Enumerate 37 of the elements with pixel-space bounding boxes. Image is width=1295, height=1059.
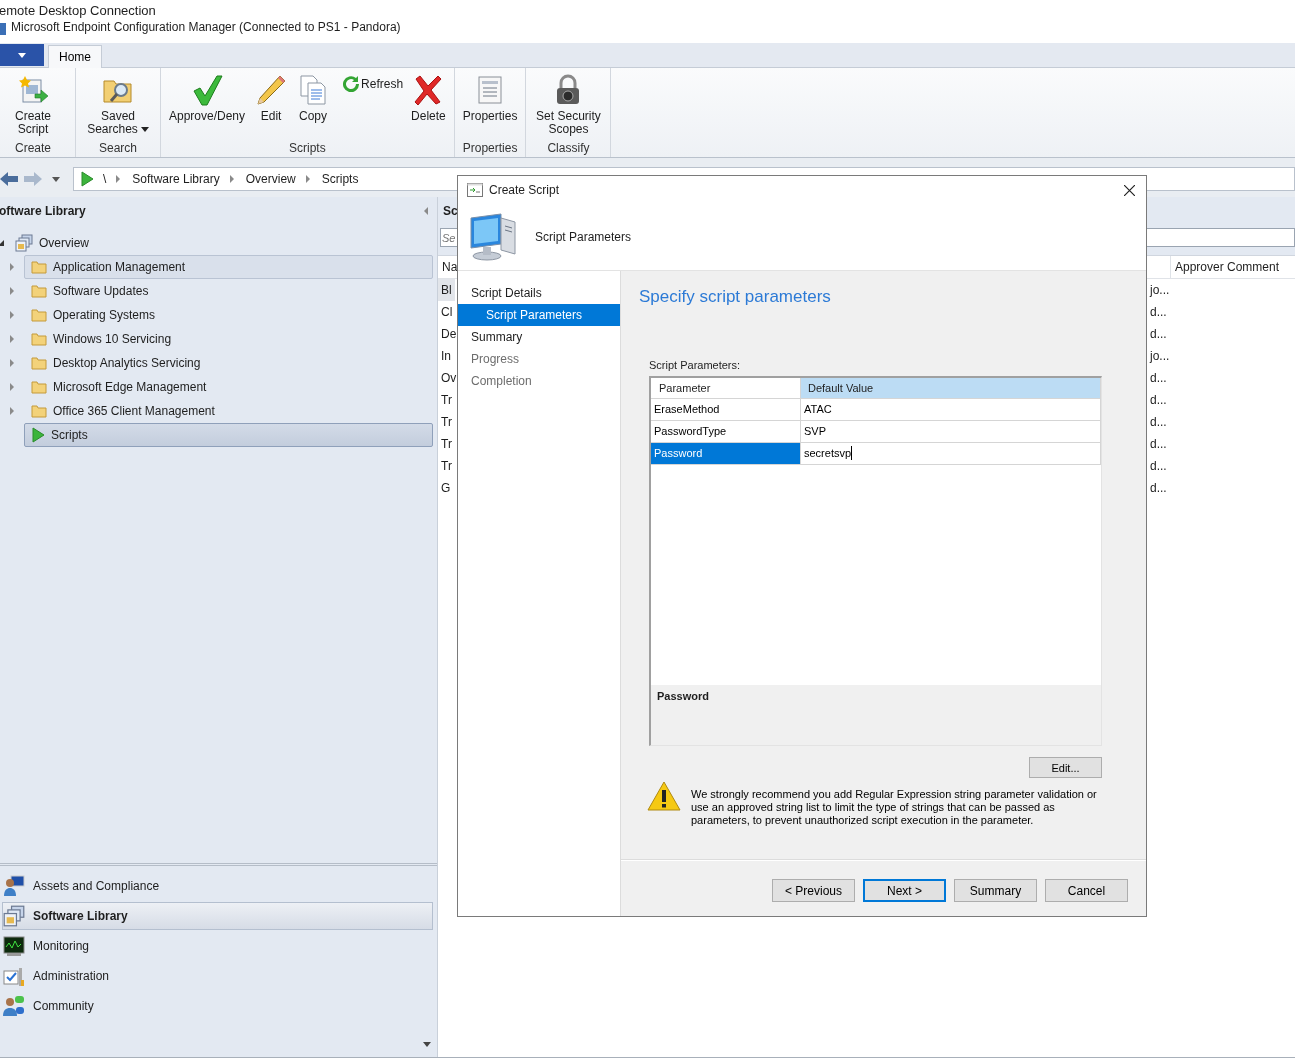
table-cell-text: In — [440, 348, 452, 365]
table-cell-text: jo... — [1150, 348, 1171, 365]
table-cell: SVP — [801, 421, 1101, 443]
table-cell-text: d... — [1150, 480, 1168, 497]
table-cell: ATAC — [801, 399, 1101, 421]
table-cell: Bl — [438, 279, 455, 301]
warning-text: We strongly recommend you add Regular Expression string parameter validation or use an approved string list to limit the type of strings that can be passed as parameters, to prevent unauthorized script execution in the parameter. — [691, 788, 1098, 827]
app-title: Microsoft Endpoint Configuration Manager (Connected to PS1 - Pandora) — [11, 20, 401, 35]
table-cell-text: Tr — [440, 436, 453, 453]
table-cell-text: Tr — [440, 392, 453, 409]
table-cell-text: De — [440, 326, 455, 343]
table-cell-text: jo... — [1150, 282, 1171, 299]
table-cell-text: d... — [1150, 370, 1168, 387]
table-cell-text: Cl — [440, 304, 454, 321]
ribbon-group-label: Properties — [461, 141, 519, 157]
section-heading: Specify script parameters — [639, 287, 832, 307]
wizard-page-title: Script Parameters — [535, 230, 632, 244]
table-cell-text: d... — [1150, 436, 1168, 453]
table-cell-text: Ov — [440, 370, 455, 387]
description-title: Password — [657, 690, 709, 702]
table-label: Script Parameters: — [649, 359, 742, 372]
ribbon-group-label: Scripts — [288, 141, 327, 157]
table-cell-text: d... — [1150, 392, 1168, 409]
table-cell-text: Tr — [440, 458, 453, 475]
ribbon-group-label: Classify — [546, 141, 591, 157]
pane-title: Sc — [443, 203, 459, 218]
ribbon-group-label: Search — [98, 141, 138, 157]
table-cell-text: d... — [1150, 414, 1168, 431]
pane-title: oftware Library — [0, 204, 86, 218]
table-cell-text: d... — [1150, 326, 1168, 343]
table-cell-text: d... — [1150, 458, 1168, 475]
table-cell-text: G — [440, 480, 452, 497]
table-cell-text: Tr — [440, 414, 453, 431]
window-title: emote Desktop Connection — [0, 3, 157, 19]
ribbon-group-label: Create — [14, 141, 52, 157]
table-cell-text: d... — [1150, 304, 1168, 321]
dialog-title: Create Script — [489, 183, 561, 197]
